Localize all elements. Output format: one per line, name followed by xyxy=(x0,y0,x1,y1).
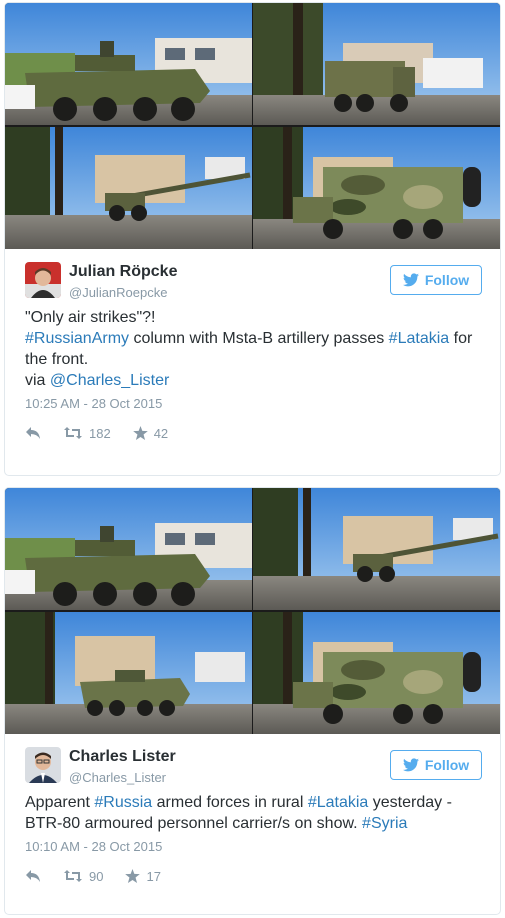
timestamp[interactable]: 10:25 AM - 28 Oct 2015 xyxy=(5,396,500,411)
reply-icon xyxy=(26,427,40,439)
tweet-text-span: yesterday - xyxy=(368,794,452,811)
tweet-line: the front. xyxy=(25,351,89,368)
user-handle[interactable]: @Charles_Lister xyxy=(69,770,166,785)
tweet-text: "Only air strikes"?! #RussianArmy column… xyxy=(5,307,500,391)
tweet-text-span: BTR-80 armoured personnel carrier/s on s… xyxy=(25,815,363,832)
retweet-count: 182 xyxy=(89,425,111,441)
hashtag-link[interactable]: #Latakia xyxy=(308,794,369,811)
tweet-line: via @Charles_Lister xyxy=(25,370,480,391)
photo-msta-b-howitzer[interactable] xyxy=(5,127,252,249)
twitter-bird-icon xyxy=(402,273,419,287)
photo-camouflage-truck[interactable] xyxy=(253,612,500,734)
tweet-line: #RussianArmy column with Msta-B artiller… xyxy=(25,328,480,349)
display-name[interactable]: Julian Röpcke xyxy=(69,263,177,281)
photo-grid xyxy=(5,488,500,734)
tweet-card-1: Julian Röpcke @JulianRoepcke Follow "Onl… xyxy=(4,2,501,476)
tweet-text-span: armed forces in rural xyxy=(152,794,308,811)
tweet-text-span: via xyxy=(25,372,50,389)
favorite-count: 17 xyxy=(146,868,161,884)
user-handle[interactable]: @JulianRoepcke xyxy=(69,285,167,300)
follow-label: Follow xyxy=(424,272,470,288)
reply-button[interactable] xyxy=(25,869,41,883)
twitter-bird-icon xyxy=(402,758,419,772)
photo-apc[interactable] xyxy=(5,3,252,125)
photo-military-truck[interactable] xyxy=(253,3,500,125)
favorite-star-icon xyxy=(132,426,148,440)
tweet-actions: 182 42 xyxy=(5,421,500,445)
tweet-line: BTR-80 armoured personnel carrier/s on s… xyxy=(25,813,480,834)
follow-button[interactable]: Follow xyxy=(390,750,482,780)
tweet-header: Julian Röpcke @JulianRoepcke Follow xyxy=(5,249,500,307)
tweet-text: Apparent #Russia armed forces in rural #… xyxy=(5,792,500,834)
retweet-icon xyxy=(64,427,82,439)
favorite-button[interactable]: 42 xyxy=(132,425,169,441)
photo-grid xyxy=(5,3,500,249)
retweet-count: 90 xyxy=(89,868,104,884)
tweet-text-span: for xyxy=(449,330,473,347)
tweet-text-span: Apparent xyxy=(25,794,95,811)
photo-msta-b-howitzer[interactable] xyxy=(253,488,500,610)
hashtag-link[interactable]: #Russia xyxy=(94,794,152,811)
retweet-icon xyxy=(64,870,82,882)
follow-label: Follow xyxy=(424,757,470,773)
tweet-actions: 90 17 xyxy=(5,864,500,888)
tweet-text-span: column with Msta-B artillery passes xyxy=(129,330,389,347)
tweet-card-2: Charles Lister @Charles_Lister Follow Ap… xyxy=(4,487,501,915)
tweet-line: Apparent #Russia armed forces in rural #… xyxy=(25,792,480,813)
photo-camouflage-truck[interactable] xyxy=(253,127,500,249)
retweet-button[interactable]: 90 xyxy=(63,869,103,884)
hashtag-link[interactable]: #Syria xyxy=(362,815,407,832)
hashtag-link[interactable]: #Latakia xyxy=(389,330,450,347)
timestamp[interactable]: 10:10 AM - 28 Oct 2015 xyxy=(5,839,500,854)
tweet-line: "Only air strikes"?! xyxy=(25,309,156,326)
favorite-count: 42 xyxy=(153,425,169,441)
retweet-button[interactable]: 182 xyxy=(63,426,111,441)
hashtag-link[interactable]: #RussianArmy xyxy=(25,330,129,347)
photo-apc[interactable] xyxy=(5,488,252,610)
favorite-button[interactable]: 17 xyxy=(125,868,161,884)
avatar[interactable] xyxy=(25,262,61,298)
photo-btr-80-apc[interactable] xyxy=(5,612,252,734)
reply-button[interactable] xyxy=(25,426,41,440)
display-name[interactable]: Charles Lister xyxy=(69,748,176,766)
avatar[interactable] xyxy=(25,747,61,783)
follow-button[interactable]: Follow xyxy=(390,265,482,295)
tweet-header: Charles Lister @Charles_Lister Follow xyxy=(5,734,500,792)
reply-icon xyxy=(26,870,40,882)
mention-link[interactable]: @Charles_Lister xyxy=(50,372,169,389)
favorite-star-icon xyxy=(125,869,141,883)
